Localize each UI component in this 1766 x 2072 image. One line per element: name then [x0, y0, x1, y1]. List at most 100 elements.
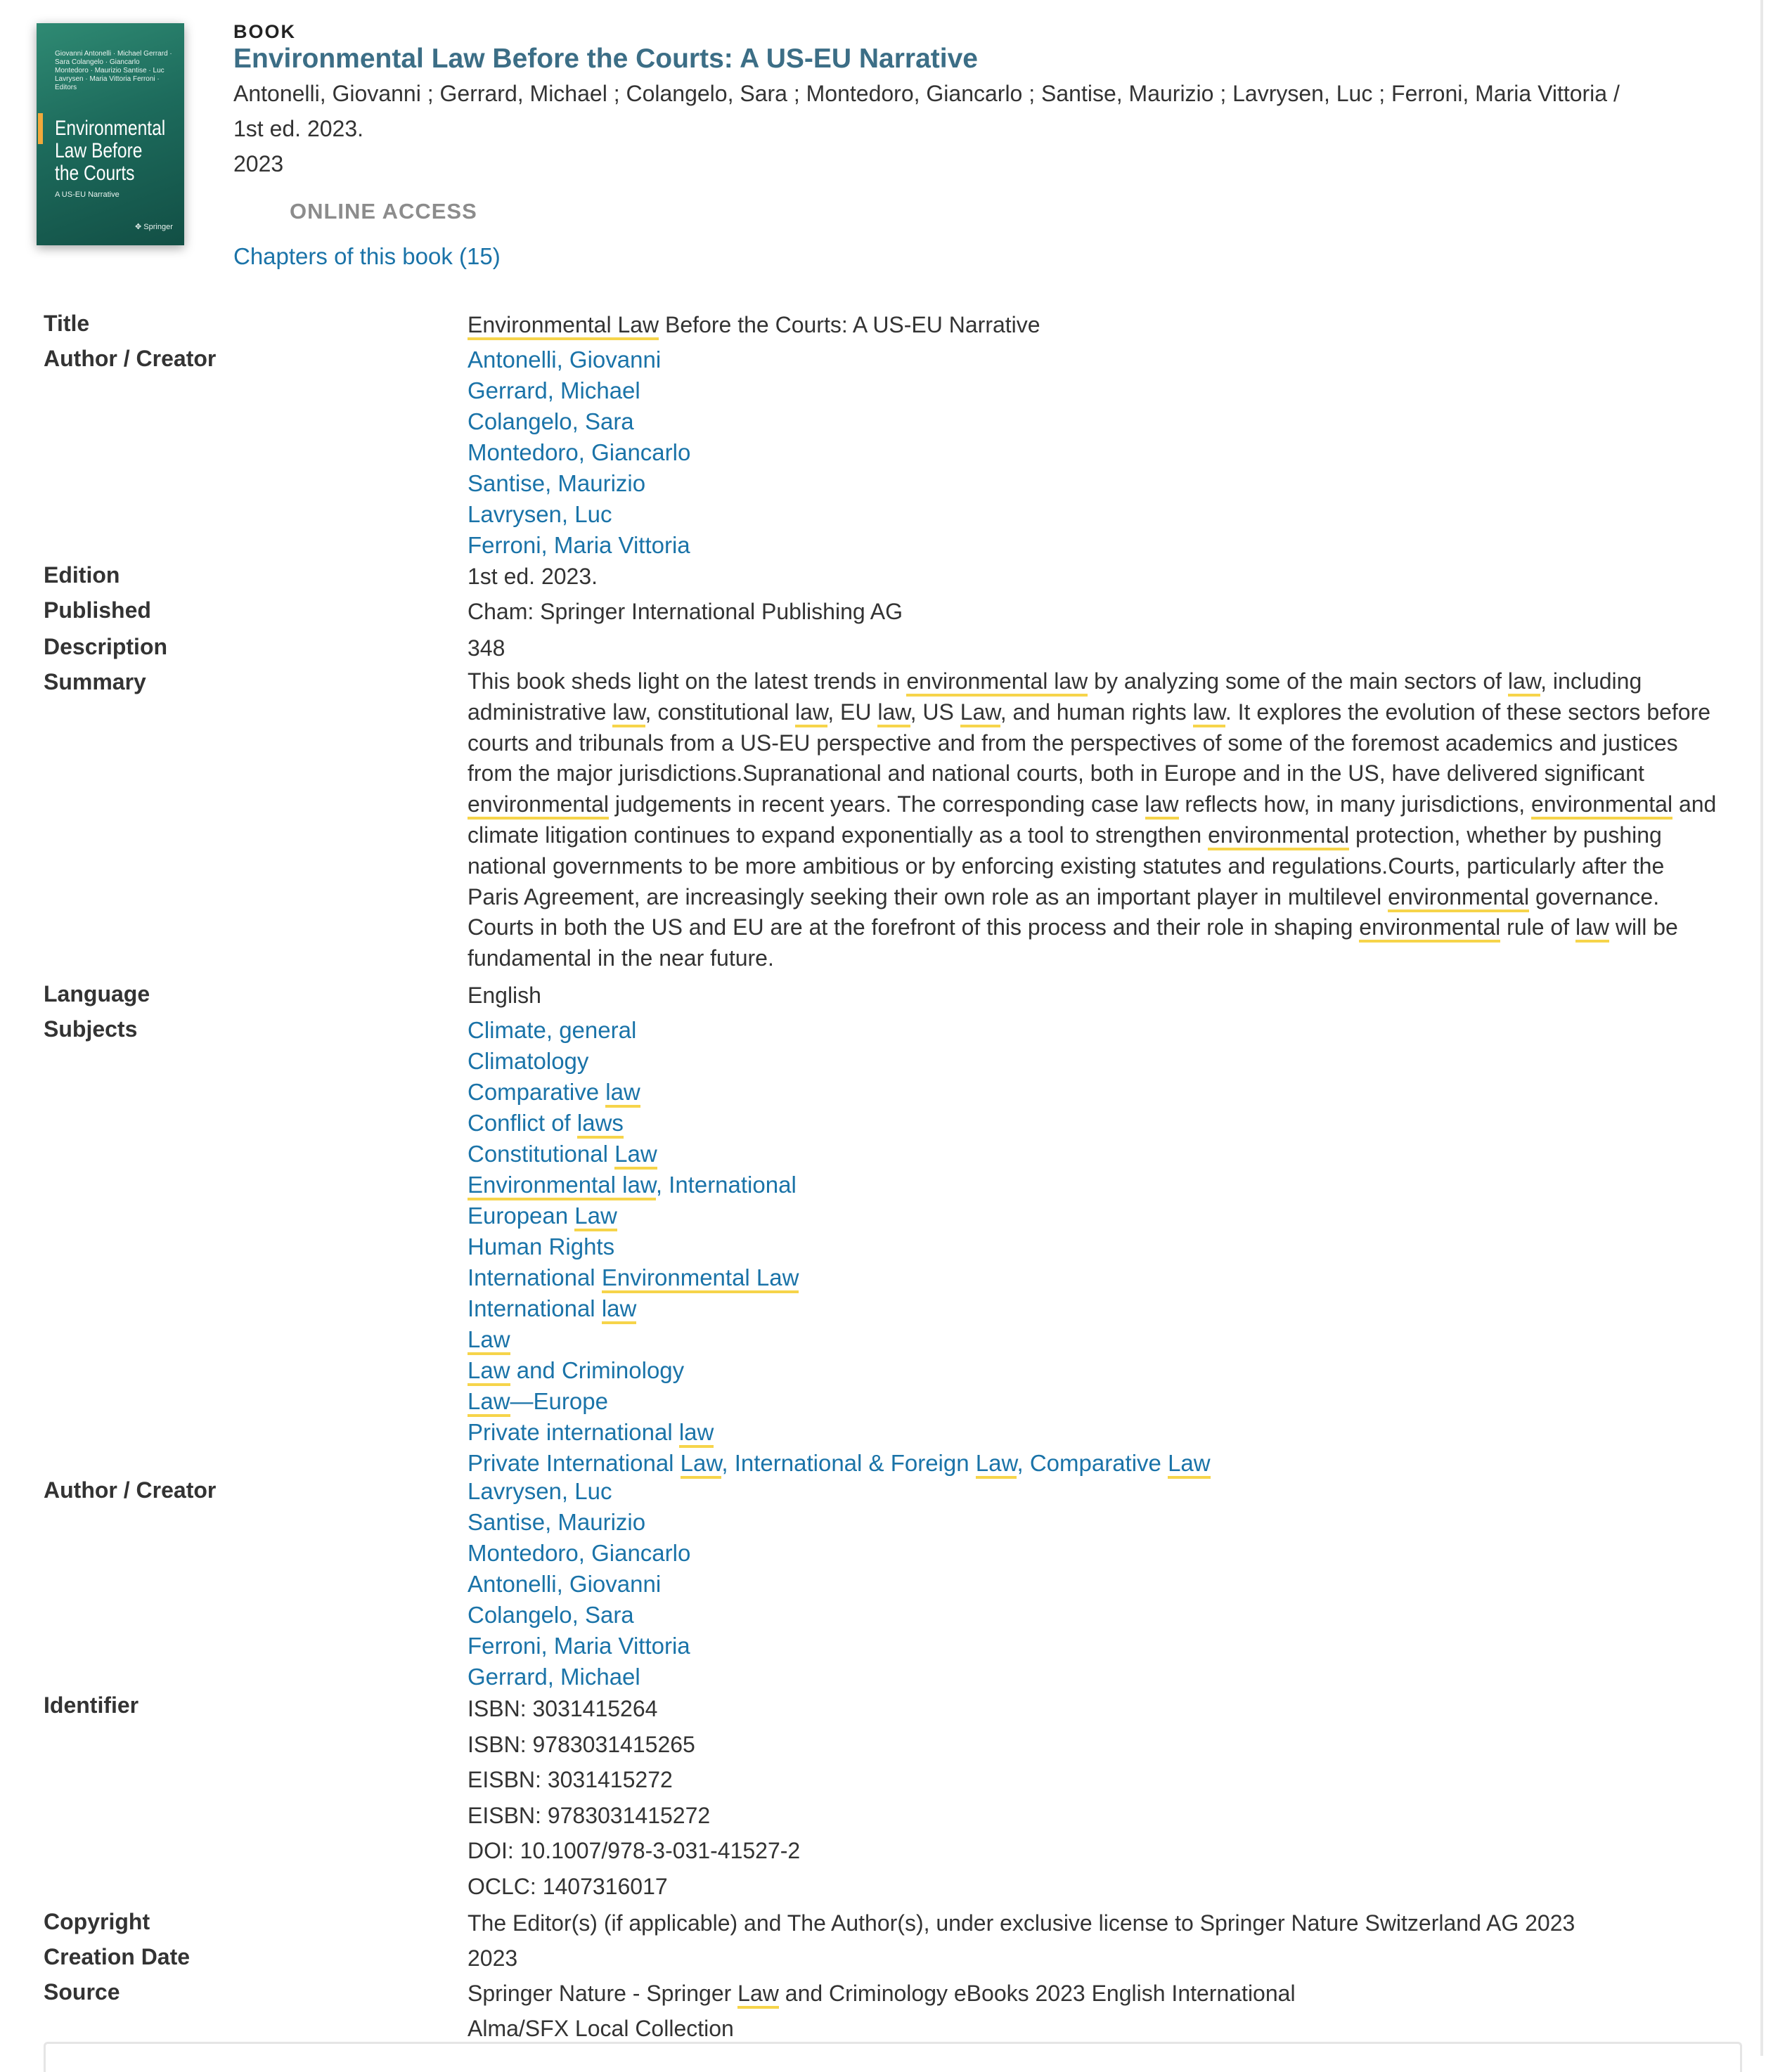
subject-link[interactable]: Climatology [468, 1046, 1211, 1077]
value-edition: 1st ed. 2023. [468, 564, 598, 589]
search-term-highlight: Law [468, 1357, 510, 1386]
identifier-item: DOI: 10.1007/978-3-031-41527-2 [468, 1838, 801, 1864]
online-access-button[interactable]: ONLINE ACCESS [290, 199, 477, 224]
search-term-highlight: law [601, 1295, 637, 1324]
identifier-list: ISBN: 3031415264 ISBN: 9783031415265 EISBN… [468, 1691, 800, 1905]
label-language: Language [44, 981, 150, 1006]
subject-link[interactable]: Environmental law, International [468, 1170, 1211, 1200]
author-link[interactable]: Santise, Maurizio [468, 468, 690, 499]
identifier-item: EISBN: 3031415272 [468, 1767, 673, 1793]
subject-link[interactable]: International Environmental Law [468, 1262, 1211, 1293]
search-term-highlight: Law [975, 1450, 1017, 1479]
value-language: English [468, 983, 541, 1008]
subject-link[interactable]: Comparative law [468, 1077, 1211, 1108]
author-link[interactable]: Ferroni, Maria Vittoria [468, 1631, 690, 1662]
next-section-panel [44, 2042, 1742, 2072]
search-term-highlight: law [678, 1419, 714, 1448]
author-link[interactable]: Gerrard, Michael [468, 1662, 690, 1692]
subject-text: International [468, 1295, 602, 1321]
author-link[interactable]: Montedoro, Giancarlo [468, 1538, 690, 1569]
search-term-highlight: Law [1168, 1450, 1211, 1479]
label-summary: Summary [44, 669, 146, 694]
chapters-link[interactable]: Chapters of this book (15) [233, 243, 501, 270]
label-author-2: Author / Creator [44, 1477, 217, 1503]
subject-link[interactable]: Private International Law, International… [468, 1448, 1211, 1479]
search-term-highlight: law [605, 1079, 640, 1108]
search-term-highlight: Environmental Law [468, 312, 659, 340]
label-copyright: Copyright [44, 1909, 150, 1934]
search-term-highlight: environmental [468, 791, 609, 820]
value-title: Environmental Law Before the Courts: A U… [468, 309, 1040, 340]
label-identifier: Identifier [44, 1692, 139, 1718]
search-term-highlight: Law [614, 1141, 657, 1170]
subject-text: Conflict of [468, 1110, 577, 1136]
search-term-highlight: laws [576, 1110, 624, 1139]
source-text-rest: and Criminology eBooks 2023 English Inte… [778, 1981, 1296, 2006]
page-edge-divider [1760, 0, 1763, 2056]
summary-text: , and human rights [1000, 699, 1193, 725]
header-edition: 1st ed. 2023. [233, 116, 364, 141]
author-link[interactable]: Lavrysen, Luc [468, 499, 690, 530]
search-term-highlight: Law [960, 699, 1000, 727]
author-link[interactable]: Montedoro, Giancarlo [468, 437, 690, 468]
cover-accent-bar [38, 113, 43, 144]
search-term-highlight: law [877, 699, 910, 727]
subject-link[interactable]: Private international law [468, 1417, 1211, 1448]
header-year: 2023 [233, 151, 284, 176]
subject-text: and Criminology [510, 1357, 685, 1383]
value-source-collection: Alma/SFX Local Collection [468, 2016, 734, 2041]
cover-subtitle: A US-EU Narrative [55, 190, 120, 199]
subject-link[interactable]: European Law [468, 1200, 1211, 1231]
subject-text: European [468, 1203, 575, 1229]
label-subjects: Subjects [44, 1016, 138, 1042]
author-link[interactable]: Antonelli, Giovanni [468, 344, 690, 375]
search-term-highlight: Law [468, 1326, 510, 1355]
subject-link[interactable]: Law [468, 1324, 1211, 1355]
author-list: Antonelli, Giovanni Gerrard, Michael Colan… [468, 344, 690, 561]
value-source: Springer Nature - Springer Law and Crimi… [468, 1978, 1296, 2009]
subject-link[interactable]: Law and Criminology [468, 1355, 1211, 1386]
value-summary: This book sheds light on the latest tren… [468, 666, 1719, 974]
source-text: Springer Nature - Springer [468, 1981, 738, 2006]
subject-text: Private International [468, 1450, 681, 1476]
subject-link[interactable]: Human Rights [468, 1231, 1211, 1262]
subject-link[interactable]: Law—Europe [468, 1386, 1211, 1417]
author-link[interactable]: Gerrard, Michael [468, 375, 690, 406]
search-term-highlight: law [1145, 791, 1179, 820]
book-cover-thumbnail[interactable]: Giovanni Antonelli · Michael Gerrard · S… [37, 23, 184, 245]
subject-text: Climatology [468, 1048, 589, 1074]
label-author: Author / Creator [44, 346, 217, 371]
search-term-highlight: law [1575, 914, 1609, 943]
summary-text: rule of [1500, 914, 1575, 940]
summary-text: This book sheds light on the latest tren… [468, 668, 907, 694]
search-term-highlight: Environmental Law [601, 1264, 799, 1293]
author-link[interactable]: Colangelo, Sara [468, 406, 690, 437]
subject-link[interactable]: Constitutional Law [468, 1139, 1211, 1170]
search-term-highlight: Law [468, 1388, 510, 1417]
subject-text: International [468, 1264, 602, 1290]
subject-link[interactable]: International law [468, 1293, 1211, 1324]
author-link[interactable]: Ferroni, Maria Vittoria [468, 530, 690, 561]
author-link[interactable]: Santise, Maurizio [468, 1507, 690, 1538]
author-link[interactable]: Lavrysen, Luc [468, 1476, 690, 1507]
label-published: Published [44, 597, 151, 623]
record-title-link[interactable]: Environmental Law Before the Courts: A U… [233, 44, 978, 75]
subject-link[interactable]: Climate, general [468, 1015, 1211, 1046]
search-term-highlight: environmental law [906, 668, 1088, 697]
search-term-highlight: Law [574, 1203, 617, 1231]
search-term-highlight: Law [737, 1981, 779, 2009]
subject-link[interactable]: Conflict of laws [468, 1108, 1211, 1139]
subject-list: Climate, general Climatology Comparative l… [468, 1015, 1211, 1479]
subject-text: , Comparative [1017, 1450, 1168, 1476]
cover-authors: Giovanni Antonelli · Michael Gerrard · S… [55, 50, 172, 91]
label-creation-date: Creation Date [44, 1944, 191, 1969]
author-link[interactable]: Colangelo, Sara [468, 1600, 690, 1631]
search-term-highlight: law [1507, 668, 1541, 697]
subject-text: Human Rights [468, 1234, 615, 1260]
author-link[interactable]: Antonelli, Giovanni [468, 1569, 690, 1600]
subject-text: Private international [468, 1419, 679, 1445]
value-title-rest: Before the Courts: A US-EU Narrative [659, 312, 1040, 337]
summary-text: judgements in recent years. The correspo… [609, 791, 1145, 817]
search-term-highlight: law [612, 699, 645, 727]
resource-type-label: BOOK [233, 21, 296, 42]
